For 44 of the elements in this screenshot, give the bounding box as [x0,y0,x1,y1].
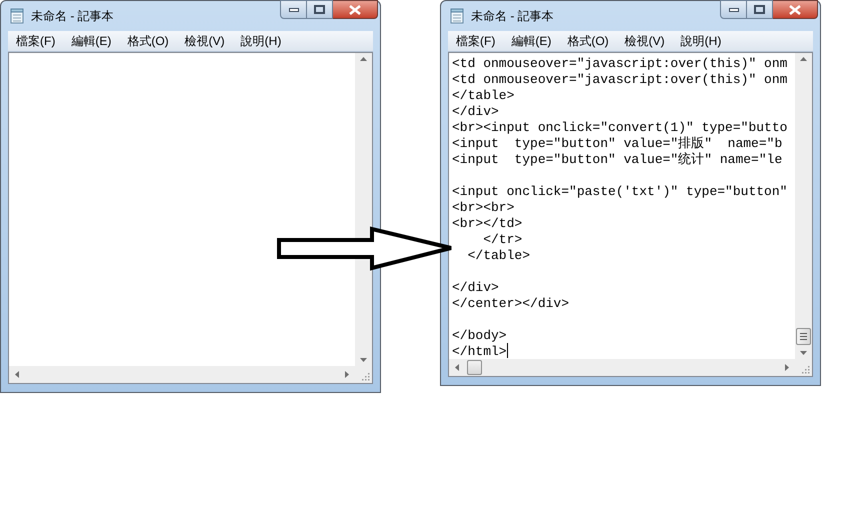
minimize-button[interactable] [280,0,307,19]
menu-item[interactable]: 檢視(V) [184,32,225,50]
horizontal-scrollbar[interactable] [449,359,795,376]
text-cursor-icon [506,343,508,358]
scroll-down-icon[interactable] [360,358,367,362]
close-button[interactable] [773,0,818,19]
maximize-icon [754,5,765,14]
menu-item[interactable]: 編輯(E) [71,32,112,50]
scroll-left-icon[interactable] [15,371,19,378]
maximize-button[interactable] [747,0,773,19]
resize-grip-icon[interactable] [802,366,810,374]
notepad-icon [9,8,25,24]
menu-item[interactable]: 說明(H) [240,32,282,50]
menu-item[interactable]: 格式(O) [567,32,609,50]
scroll-thumb[interactable] [467,360,482,375]
scroll-up-icon[interactable] [800,57,807,61]
menu-item[interactable]: 說明(H) [680,32,722,50]
minimize-icon [728,8,738,12]
vertical-scrollbar[interactable] [795,53,812,359]
menu-item[interactable]: 格式(O) [127,32,169,50]
close-icon [349,4,361,14]
scroll-right-icon[interactable] [345,371,349,378]
close-button[interactable] [333,0,378,19]
scroll-left-icon[interactable] [455,364,459,371]
resize-grip-icon[interactable] [362,373,370,381]
minimize-icon [288,8,298,12]
menu-item[interactable]: 編輯(E) [511,32,552,50]
maximize-icon [314,5,325,14]
menu-item[interactable]: 檔案(F) [16,32,56,50]
minimize-button[interactable] [720,0,747,19]
menu-item[interactable]: 檔案(F) [456,32,496,50]
vertical-scrollbar[interactable] [355,53,372,366]
window-title: 未命名 - 記事本 [471,8,554,25]
menu-item[interactable]: 檢視(V) [624,32,665,50]
scroll-down-icon[interactable] [800,351,807,355]
horizontal-scrollbar[interactable] [9,366,355,383]
notepad-icon [449,8,465,24]
maximize-button[interactable] [307,0,333,19]
scroll-right-icon[interactable] [785,364,789,371]
scroll-thumb[interactable] [796,328,811,345]
close-icon [789,4,801,14]
window-title: 未命名 - 記事本 [31,8,114,25]
code-text: <td onmouseover="javascript:over(this)" onm <td onmouseover="javascript:over(this)" onm </table> </div> <br><input onclick="convert(1)" type="butto <input type="button" value="排版" name="b <input type="button" value="统计" name="le <input onclick="paste('txt')" type="button" <br><br> <br></td> </tr> </table> </div> </center></div> </body> </html> [452,56,788,359]
scroll-up-icon[interactable] [360,57,367,61]
